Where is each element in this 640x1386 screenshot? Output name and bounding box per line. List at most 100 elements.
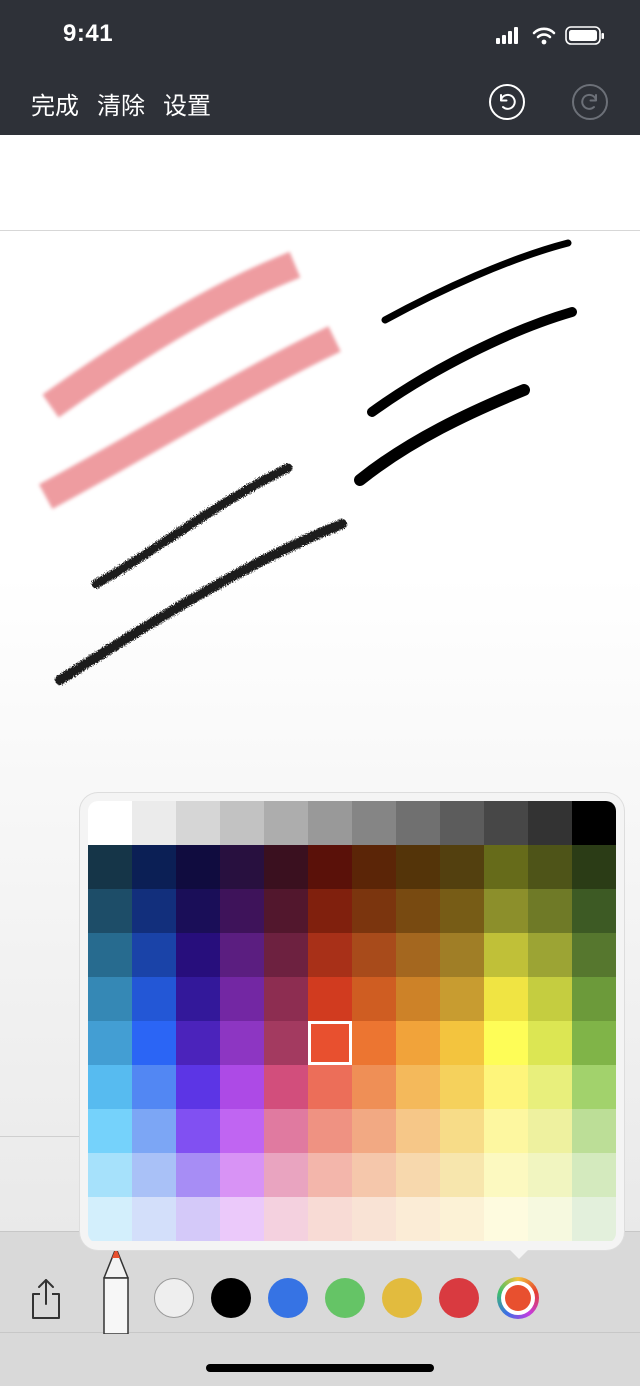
color-swatch-yellow[interactable]	[382, 1278, 422, 1318]
palette-color-cell[interactable]	[308, 1065, 352, 1109]
palette-color-cell[interactable]	[528, 1197, 572, 1241]
palette-color-cell[interactable]	[484, 1109, 528, 1153]
palette-color-cell[interactable]	[308, 1153, 352, 1197]
palette-color-cell[interactable]	[528, 845, 572, 889]
color-swatch-white[interactable]	[154, 1278, 194, 1318]
palette-color-cell[interactable]	[528, 977, 572, 1021]
palette-color-cell[interactable]	[572, 1065, 616, 1109]
palette-color-cell[interactable]	[572, 933, 616, 977]
palette-color-cell[interactable]	[220, 1065, 264, 1109]
palette-color-cell[interactable]	[528, 933, 572, 977]
palette-color-cell[interactable]	[88, 933, 132, 977]
palette-color-cell[interactable]	[484, 845, 528, 889]
palette-color-cell[interactable]	[264, 1065, 308, 1109]
palette-color-cell[interactable]	[396, 1109, 440, 1153]
palette-color-cell[interactable]	[396, 1021, 440, 1065]
color-swatch-blue[interactable]	[268, 1278, 308, 1318]
share-button[interactable]	[30, 1278, 62, 1325]
palette-color-cell[interactable]	[572, 845, 616, 889]
palette-color-cell[interactable]	[88, 1065, 132, 1109]
palette-color-cell[interactable]	[264, 1197, 308, 1241]
palette-color-cell[interactable]	[528, 801, 572, 845]
palette-color-cell[interactable]	[220, 977, 264, 1021]
palette-color-cell[interactable]	[352, 977, 396, 1021]
palette-color-cell[interactable]	[484, 889, 528, 933]
palette-color-cell[interactable]	[352, 889, 396, 933]
palette-color-cell[interactable]	[396, 845, 440, 889]
palette-color-cell[interactable]	[396, 1153, 440, 1197]
palette-color-cell[interactable]	[176, 1153, 220, 1197]
palette-color-cell[interactable]	[308, 889, 352, 933]
palette-color-cell[interactable]	[176, 977, 220, 1021]
palette-color-cell[interactable]	[132, 889, 176, 933]
palette-color-cell[interactable]	[264, 1109, 308, 1153]
custom-color-button[interactable]	[497, 1277, 539, 1319]
palette-color-cell[interactable]	[484, 933, 528, 977]
palette-color-cell[interactable]	[132, 1021, 176, 1065]
palette-color-cell[interactable]	[176, 889, 220, 933]
palette-color-cell[interactable]	[176, 1197, 220, 1241]
palette-color-cell[interactable]	[484, 977, 528, 1021]
palette-color-cell[interactable]	[528, 1153, 572, 1197]
palette-color-cell[interactable]	[220, 801, 264, 845]
palette-color-cell[interactable]	[528, 1021, 572, 1065]
palette-color-cell[interactable]	[572, 1021, 616, 1065]
palette-color-cell[interactable]	[440, 1021, 484, 1065]
palette-color-cell[interactable]	[132, 933, 176, 977]
palette-color-cell[interactable]	[220, 1153, 264, 1197]
palette-color-cell[interactable]	[440, 1153, 484, 1197]
palette-color-cell[interactable]	[264, 1153, 308, 1197]
palette-color-cell[interactable]	[572, 1109, 616, 1153]
palette-color-cell[interactable]	[88, 977, 132, 1021]
palette-color-cell[interactable]	[484, 801, 528, 845]
palette-color-cell[interactable]	[352, 933, 396, 977]
palette-color-cell[interactable]	[88, 845, 132, 889]
palette-color-cell[interactable]	[176, 1021, 220, 1065]
palette-color-cell[interactable]	[396, 977, 440, 1021]
palette-color-cell[interactable]	[572, 801, 616, 845]
palette-color-cell[interactable]	[396, 1065, 440, 1109]
palette-color-cell[interactable]	[132, 1109, 176, 1153]
palette-color-cell[interactable]	[440, 889, 484, 933]
palette-color-cell[interactable]	[176, 1065, 220, 1109]
palette-color-cell[interactable]	[528, 1065, 572, 1109]
palette-color-cell[interactable]	[220, 845, 264, 889]
palette-color-cell[interactable]	[484, 1197, 528, 1241]
palette-color-cell[interactable]	[352, 1065, 396, 1109]
palette-color-cell[interactable]	[440, 1065, 484, 1109]
palette-color-cell[interactable]	[484, 1021, 528, 1065]
palette-color-cell[interactable]	[572, 1153, 616, 1197]
palette-color-cell[interactable]	[440, 977, 484, 1021]
color-swatch-black[interactable]	[211, 1278, 251, 1318]
palette-color-cell[interactable]	[132, 1065, 176, 1109]
palette-color-cell[interactable]	[220, 933, 264, 977]
palette-color-cell[interactable]	[220, 1197, 264, 1241]
palette-color-cell[interactable]	[308, 933, 352, 977]
palette-color-cell[interactable]	[88, 1021, 132, 1065]
palette-color-cell[interactable]	[396, 801, 440, 845]
palette-color-cell[interactable]	[440, 1197, 484, 1241]
palette-color-cell[interactable]	[528, 1109, 572, 1153]
palette-color-cell[interactable]	[264, 801, 308, 845]
palette-color-cell[interactable]	[308, 977, 352, 1021]
palette-color-cell-selected[interactable]	[308, 1021, 352, 1065]
palette-color-cell[interactable]	[484, 1065, 528, 1109]
palette-color-cell[interactable]	[264, 845, 308, 889]
palette-color-cell[interactable]	[88, 1197, 132, 1241]
palette-color-cell[interactable]	[396, 933, 440, 977]
palette-color-cell[interactable]	[176, 845, 220, 889]
palette-color-cell[interactable]	[176, 801, 220, 845]
palette-color-cell[interactable]	[132, 801, 176, 845]
palette-color-cell[interactable]	[352, 1021, 396, 1065]
color-swatch-green[interactable]	[325, 1278, 365, 1318]
palette-color-cell[interactable]	[220, 1109, 264, 1153]
palette-color-cell[interactable]	[352, 1109, 396, 1153]
palette-color-cell[interactable]	[220, 1021, 264, 1065]
palette-color-cell[interactable]	[88, 801, 132, 845]
palette-color-cell[interactable]	[352, 1153, 396, 1197]
palette-color-cell[interactable]	[396, 889, 440, 933]
palette-color-cell[interactable]	[396, 1197, 440, 1241]
palette-color-cell[interactable]	[132, 845, 176, 889]
palette-color-cell[interactable]	[132, 977, 176, 1021]
palette-color-cell[interactable]	[308, 845, 352, 889]
